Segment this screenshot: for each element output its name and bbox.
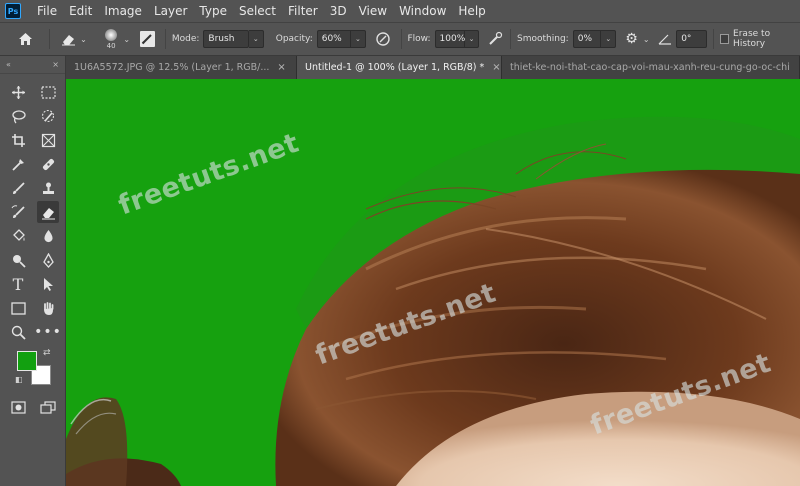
close-panel-icon[interactable]: ×: [52, 60, 59, 69]
divider: [712, 29, 714, 49]
brush-preset-picker[interactable]: 40: [101, 28, 121, 50]
smoothing-label: Smoothing:: [517, 34, 569, 44]
close-icon[interactable]: ×: [277, 62, 285, 73]
eyedropper-tool-icon[interactable]: [7, 153, 29, 175]
move-tool-icon[interactable]: [7, 81, 29, 103]
tab-label: Untitled-1 @ 100% (Layer 1, RGB/8) *: [305, 62, 485, 73]
smoothing-dropdown-icon[interactable]: ⌄: [601, 30, 617, 48]
zoom-tool-icon[interactable]: [7, 321, 29, 343]
screen-mode-icon[interactable]: [37, 396, 59, 418]
flow-input[interactable]: 100%: [434, 30, 465, 48]
tab-document-1[interactable]: 1U6A5572.JPG @ 12.5% (Layer 1, RGB/... ×: [66, 56, 297, 79]
airbrush-icon[interactable]: [485, 29, 504, 49]
tools-panel-header[interactable]: « ×: [0, 56, 65, 74]
divider: [164, 29, 166, 49]
history-brush-tool-icon[interactable]: [7, 201, 29, 223]
type-tool-icon[interactable]: T: [7, 273, 29, 295]
angle-icon: [656, 29, 675, 49]
document-tabs: 1U6A5572.JPG @ 12.5% (Layer 1, RGB/... ×…: [66, 56, 800, 79]
flow-dropdown-icon[interactable]: ⌄: [464, 30, 480, 48]
menu-view[interactable]: View: [353, 0, 393, 22]
opacity-label: Opacity:: [275, 34, 313, 44]
brush-size-value: 40: [106, 41, 116, 50]
quick-mask-icon[interactable]: [7, 396, 29, 418]
home-icon[interactable]: [16, 29, 35, 49]
tool-options-bar: ⌄ 40 ⌄ Mode: Brush ⌄ Opacity: 60% ⌄ Flow…: [0, 22, 800, 56]
eraser-tool-preset-icon[interactable]: [60, 29, 79, 49]
brush-preset-chevron-down-icon[interactable]: ⌄: [123, 35, 130, 44]
rectangle-tool-icon[interactable]: [7, 297, 29, 319]
smoothing-input[interactable]: 0%: [572, 30, 602, 48]
clone-stamp-tool-icon[interactable]: [37, 177, 59, 199]
opacity-input[interactable]: 60%: [316, 30, 351, 48]
path-selection-tool-icon[interactable]: [37, 273, 59, 295]
document-canvas[interactable]: freetuts.net freetuts.net freetuts.net: [66, 79, 800, 486]
menu-image[interactable]: Image: [98, 0, 148, 22]
menu-3d[interactable]: 3D: [324, 0, 353, 22]
angle-input[interactable]: 0°: [676, 30, 707, 48]
canvas-image: [66, 116, 800, 486]
menu-bar: Ps File Edit Image Layer Type Select Fil…: [0, 0, 800, 22]
erase-to-history-label[interactable]: Erase to History: [733, 29, 800, 49]
brush-tip-icon: [105, 28, 118, 41]
pen-tool-icon[interactable]: [37, 249, 59, 271]
smoothing-options-gear-icon[interactable]: ⚙: [622, 29, 641, 49]
brush-settings-icon[interactable]: [140, 31, 155, 47]
blur-tool-icon[interactable]: [37, 225, 59, 247]
tool-preset-chevron-down-icon[interactable]: ⌄: [80, 35, 87, 44]
divider: [400, 29, 402, 49]
foreground-color-swatch[interactable]: [17, 351, 37, 371]
paint-bucket-tool-icon[interactable]: [7, 225, 29, 247]
default-colors-icon[interactable]: ◧: [15, 375, 23, 384]
menu-layer[interactable]: Layer: [148, 0, 193, 22]
swap-colors-icon[interactable]: ⇄: [43, 348, 51, 358]
brush-tool-icon[interactable]: [7, 177, 29, 199]
flow-label: Flow:: [407, 34, 431, 44]
quick-selection-tool-icon[interactable]: [37, 105, 59, 127]
menu-file[interactable]: File: [31, 0, 63, 22]
menu-type[interactable]: Type: [193, 0, 233, 22]
tab-label: 1U6A5572.JPG @ 12.5% (Layer 1, RGB/...: [74, 62, 270, 73]
lasso-tool-icon[interactable]: [7, 105, 29, 127]
photoshop-logo-icon: Ps: [5, 3, 21, 19]
tools-panel: « × T ••• ⇄ ◧: [0, 56, 66, 486]
opacity-dropdown-icon[interactable]: ⌄: [350, 30, 366, 48]
mode-dropdown-icon[interactable]: ⌄: [248, 30, 264, 48]
mode-select[interactable]: Brush: [203, 30, 249, 48]
close-icon[interactable]: ×: [492, 62, 500, 73]
frame-tool-icon[interactable]: [37, 129, 59, 151]
smoothing-options-chevron-icon[interactable]: ⌄: [643, 35, 650, 44]
hand-tool-icon[interactable]: [37, 297, 59, 319]
mode-label: Mode:: [171, 34, 200, 44]
crop-tool-icon[interactable]: [7, 129, 29, 151]
menu-window[interactable]: Window: [393, 0, 452, 22]
erase-to-history-checkbox[interactable]: [719, 34, 730, 44]
tab-document-2[interactable]: Untitled-1 @ 100% (Layer 1, RGB/8) * ×: [297, 56, 502, 79]
menu-filter[interactable]: Filter: [282, 0, 324, 22]
more-tools-icon[interactable]: •••: [34, 321, 61, 343]
eraser-tool-icon[interactable]: [37, 201, 59, 223]
menu-select[interactable]: Select: [233, 0, 282, 22]
collapse-panel-icon[interactable]: «: [6, 60, 11, 69]
menu-help[interactable]: Help: [452, 0, 491, 22]
tab-document-3[interactable]: thiet-ke-noi-that-cao-cap-voi-mau-xanh-r…: [502, 56, 800, 79]
divider: [48, 29, 50, 49]
menu-edit[interactable]: Edit: [63, 0, 98, 22]
photoshop-window: Ps File Edit Image Layer Type Select Fil…: [0, 0, 800, 486]
tab-label: thiet-ke-noi-that-cao-cap-voi-mau-xanh-r…: [510, 62, 790, 73]
divider: [510, 29, 512, 49]
marquee-tool-icon[interactable]: [37, 81, 59, 103]
dodge-tool-icon[interactable]: [7, 249, 29, 271]
healing-brush-tool-icon[interactable]: [37, 153, 59, 175]
pressure-opacity-icon[interactable]: [374, 29, 393, 49]
